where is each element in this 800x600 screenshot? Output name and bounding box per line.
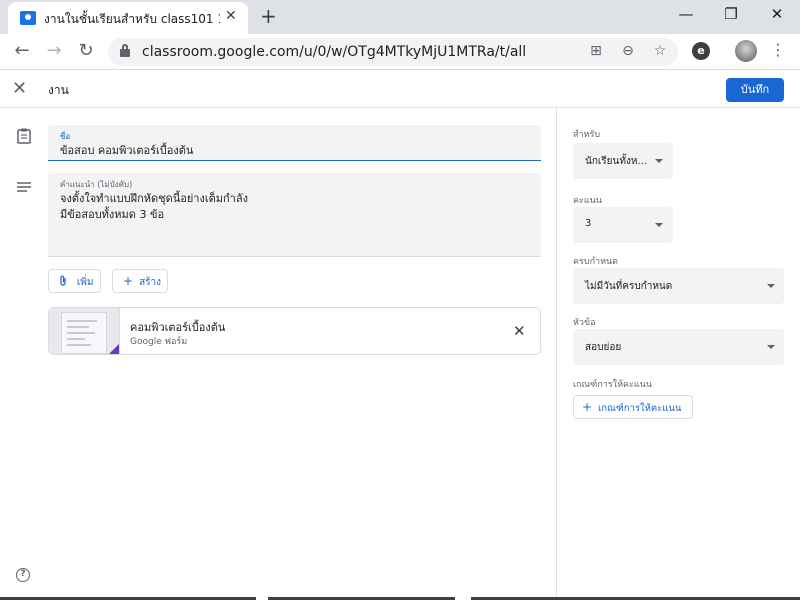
topic-label: หัวข้อ: [573, 318, 596, 328]
for-value: นักเรียนทั้งห...: [585, 156, 647, 167]
points-select[interactable]: 3: [573, 207, 673, 243]
due-value: ไม่มีวันที่ครบกำหนด: [585, 281, 673, 292]
paperclip-icon: [59, 274, 71, 288]
attachment-type: Google ฟอร์ม: [130, 337, 188, 347]
address-bar[interactable]: classroom.google.com/u/0/w/OTg4MTkyMjU1M…: [108, 38, 678, 66]
create-label: สร้าง: [139, 277, 162, 288]
assignment-icon: [17, 128, 31, 148]
for-select[interactable]: นักเรียนทั้งห...: [573, 143, 673, 179]
translate-icon[interactable]: ⊞: [586, 43, 606, 59]
minimize-icon[interactable]: —: [671, 5, 701, 23]
forward-icon[interactable]: →: [42, 40, 66, 61]
extension-icon[interactable]: e: [692, 42, 710, 60]
google-forms-icon: [107, 344, 119, 354]
dropdown-caret-icon: [767, 284, 775, 288]
due-select[interactable]: ไม่มีวันที่ครบกำหนด: [573, 268, 784, 304]
rubric-button-label: เกณฑ์การให้คะแนน: [598, 403, 682, 414]
classroom-favicon-icon: [20, 11, 36, 25]
add-button[interactable]: เพิ่ม: [48, 269, 101, 293]
points-value: 3: [585, 218, 592, 229]
restore-icon[interactable]: ❐: [716, 5, 746, 23]
remove-attachment-icon[interactable]: ✕: [513, 322, 526, 340]
dropdown-caret-icon: [655, 223, 663, 227]
browser-toolbar: ← → ↻ classroom.google.com/u/0/w/OTg4MTk…: [0, 34, 800, 70]
plus-icon: +: [582, 400, 593, 414]
url-text[interactable]: classroom.google.com/u/0/w/OTg4MTkyMjU1M…: [142, 44, 526, 60]
description-icon: [17, 180, 31, 198]
description-line[interactable]: มีข้อสอบทั้งหมด 3 ข้อ: [60, 205, 164, 223]
browser-menu-icon[interactable]: ⋮: [770, 40, 786, 59]
due-label: ครบกำหนด: [573, 257, 618, 267]
add-rubric-button[interactable]: + เกณฑ์การให้คะแนน: [573, 395, 693, 419]
topic-select[interactable]: สอบย่อย: [573, 329, 784, 365]
save-button[interactable]: บันทึก: [726, 78, 784, 102]
attachment-card[interactable]: คอมพิวเตอร์เบื้องต้น Google ฟอร์ม ✕: [48, 307, 541, 355]
form-thumbnail: [49, 308, 120, 354]
page-title: งาน: [48, 83, 69, 97]
points-label: คะแนน: [573, 196, 602, 206]
tab-title: งานในชั้นเรียนสำหรับ class101 101: [44, 12, 220, 26]
title-input[interactable]: ข้อสอบ คอมพิวเตอร์เบื้องต้น: [60, 141, 193, 159]
profile-avatar[interactable]: [735, 40, 757, 62]
create-button[interactable]: + สร้าง: [112, 269, 168, 293]
add-label: เพิ่ม: [76, 277, 94, 288]
tab-close-icon[interactable]: ✕: [225, 8, 237, 24]
window-close-icon[interactable]: ✕: [762, 5, 792, 23]
zoom-icon[interactable]: ⊖: [618, 43, 638, 59]
rubric-label: เกณฑ์การให้คะแนน: [573, 380, 652, 390]
bookmark-star-icon[interactable]: ☆: [650, 43, 670, 59]
panel-divider: [556, 108, 557, 600]
plus-icon: +: [123, 274, 134, 288]
reload-icon[interactable]: ↻: [74, 40, 98, 61]
dropdown-caret-icon: [655, 159, 663, 163]
back-icon[interactable]: ←: [10, 40, 34, 61]
browser-tab[interactable]: งานในชั้นเรียนสำหรับ class101 101 ✕: [8, 2, 248, 34]
topic-value: สอบย่อย: [585, 342, 622, 353]
title-field[interactable]: ชื่อ ข้อสอบ คอมพิวเตอร์เบื้องต้น: [48, 125, 541, 161]
for-label: สำหรับ: [573, 130, 601, 140]
help-icon[interactable]: ?: [16, 568, 30, 582]
close-assignment-icon[interactable]: ✕: [12, 78, 27, 99]
lock-icon: [120, 44, 130, 57]
dropdown-caret-icon: [767, 345, 775, 349]
description-field[interactable]: คำแนะนำ (ไม่บังคับ) จงตั้งใจทำแบบฝึกหัดช…: [48, 173, 541, 257]
new-tab-icon[interactable]: +: [260, 4, 277, 28]
assignment-header: ✕ งาน บันทึก: [0, 70, 800, 108]
browser-titlebar: งานในชั้นเรียนสำหรับ class101 101 ✕ + — …: [0, 0, 800, 34]
